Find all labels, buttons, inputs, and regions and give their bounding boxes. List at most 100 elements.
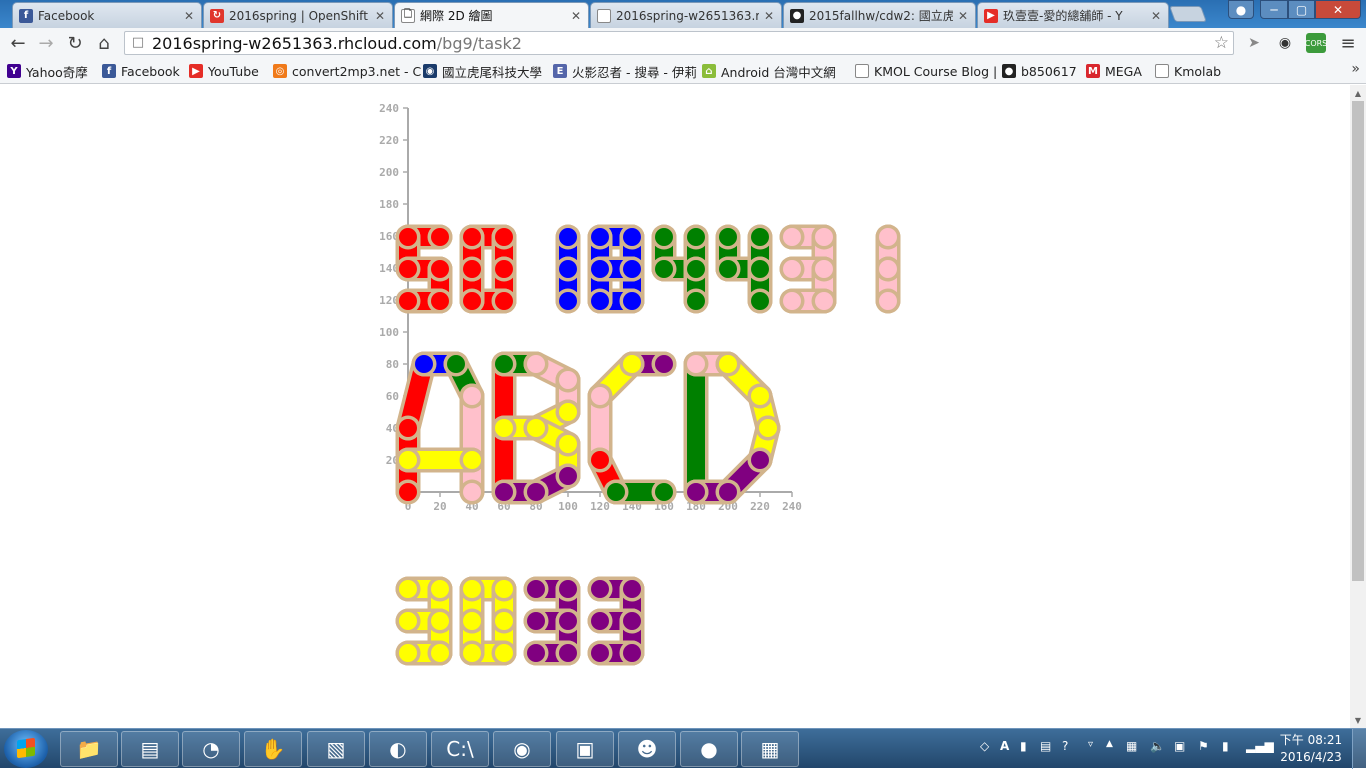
- bookmark-7[interactable]: KMOL Course Blog |: [855, 62, 997, 80]
- bookmark-9[interactable]: M MEGA: [1086, 62, 1142, 80]
- page-icon: □: [131, 35, 145, 50]
- scroll-thumb[interactable]: [1352, 101, 1364, 581]
- joint-yellow: [431, 580, 449, 598]
- tab-4[interactable]: ● 2015fallhw/cdw2: 國立虎 ✕: [783, 2, 976, 28]
- explorer-icon[interactable]: 📁: [60, 731, 118, 767]
- tab-close-icon[interactable]: ✕: [183, 9, 195, 23]
- tab-close-icon[interactable]: ✕: [1150, 9, 1162, 23]
- url-text[interactable]: 2016spring-w2651363.rhcloud.com/bg9/task…: [152, 34, 522, 53]
- firefox-icon[interactable]: ◐: [369, 731, 427, 767]
- forward-button[interactable]: →: [34, 32, 58, 54]
- joint-yellow: [623, 355, 641, 373]
- joint-purple: [687, 483, 705, 501]
- tab-3[interactable]: 2016spring-w2651363.rh ✕: [590, 2, 782, 28]
- bookmark-4[interactable]: ◉ 國立虎尾科技大學: [423, 62, 542, 80]
- menu-icon[interactable]: ≡: [1338, 33, 1358, 54]
- joint-purple: [623, 580, 641, 598]
- joint-pink: [879, 228, 897, 246]
- reload-button[interactable]: ↻: [63, 32, 87, 54]
- tab-2[interactable]: 🗋 網際 2D 繪圖 ✕: [394, 2, 589, 28]
- windows-taskbar: 📁 ▤ ◔ ✋ ▧ ◐ C:\ ◉ ▣ ☻ ● ▦ ◇ A ▮ ▤ ? ▿ ▲ ▦ 🔈 ▣ ⚑ ▮ ▂…: [0, 728, 1366, 769]
- joint-purple: [655, 355, 673, 373]
- address-bar[interactable]: □ 2016spring-w2651363.rhcloud.com/bg9/ta…: [124, 31, 1234, 55]
- chrome-canary-icon[interactable]: ◔: [182, 731, 240, 767]
- x-tick-label: 240: [782, 500, 802, 513]
- tab-0[interactable]: f Facebook ✕: [12, 2, 202, 28]
- tab-5[interactable]: ▶ 玖壹壹-愛的總舖師 - Y ✕: [977, 2, 1169, 28]
- clock[interactable]: 下午 08:21 2016/4/23: [1276, 732, 1346, 766]
- network-icon[interactable]: ▦: [1126, 739, 1137, 753]
- ime-settings-icon[interactable]: ▤: [1040, 739, 1051, 753]
- window-app-icon[interactable]: ▦: [741, 731, 799, 767]
- sphere-icon[interactable]: ●: [680, 731, 738, 767]
- bookmark-10[interactable]: Kmolab: [1155, 62, 1221, 80]
- bookmark-5[interactable]: E 火影忍者 - 搜尋 - 伊莉: [553, 62, 697, 80]
- bluestacks-icon[interactable]: ▤: [121, 731, 179, 767]
- tab-close-icon[interactable]: ✕: [957, 9, 969, 23]
- bookmark-3[interactable]: ◎ convert2mp3.net - C: [273, 62, 421, 80]
- bookmark-8[interactable]: ● b850617: [1002, 62, 1077, 80]
- joint-yellow: [399, 612, 417, 630]
- input-mode-icon[interactable]: A: [1000, 739, 1009, 753]
- volume-icon[interactable]: 🔈: [1150, 739, 1165, 753]
- tray-expand-icon[interactable]: ▲: [1106, 739, 1113, 749]
- cursor-extension-icon[interactable]: ➤: [1244, 33, 1264, 53]
- game-icon[interactable]: ☻: [618, 731, 676, 767]
- tab-close-icon[interactable]: ✕: [763, 9, 775, 23]
- minimize-button[interactable]: ─: [1260, 0, 1288, 19]
- signal-icon[interactable]: ▂▄▆: [1246, 739, 1274, 753]
- user-icon[interactable]: ●: [1228, 0, 1254, 19]
- chrome-icon[interactable]: ◉: [493, 731, 551, 767]
- bookmark-0[interactable]: Y Yahoo奇摩: [7, 62, 88, 80]
- help-icon[interactable]: ?: [1062, 739, 1068, 753]
- network-monitor-icon[interactable]: ▣: [556, 731, 614, 767]
- joint-purple: [559, 644, 577, 662]
- cursor-tool-icon[interactable]: ✋: [244, 731, 302, 767]
- tab-close-icon[interactable]: ✕: [570, 9, 582, 23]
- scroll-down-icon[interactable]: ▼: [1350, 713, 1366, 727]
- bookmark-label: MEGA: [1105, 63, 1142, 79]
- joint-pink: [783, 228, 801, 246]
- clock-time: 下午 08:21: [1279, 733, 1343, 747]
- ime-icon[interactable]: ◇: [980, 739, 989, 753]
- joint-purple: [559, 612, 577, 630]
- bookmark-label: convert2mp3.net - C: [292, 63, 422, 79]
- scroll-up-icon[interactable]: ▲: [1350, 86, 1366, 100]
- lock-icon[interactable]: ▣: [1174, 739, 1185, 753]
- url-host: 2016spring-w2651363.rhcloud.com: [152, 33, 437, 53]
- maximize-button[interactable]: ▢: [1288, 0, 1315, 19]
- joint-pink: [527, 355, 545, 373]
- new-tab-button[interactable]: [1169, 6, 1207, 22]
- joint-red: [495, 228, 513, 246]
- bookmark-star-icon[interactable]: ☆: [1214, 33, 1229, 53]
- joint-yellow: [559, 435, 577, 453]
- extension-icon[interactable]: ◉: [1275, 33, 1295, 53]
- bookmark-label: 火影忍者 - 搜尋 - 伊莉: [572, 64, 697, 80]
- tab-1[interactable]: ↻ 2016spring | OpenShift O ✕: [203, 2, 393, 28]
- show-desktop-button[interactable]: [1352, 729, 1366, 769]
- ime-toggle-icon[interactable]: ▿: [1088, 739, 1093, 750]
- home-button[interactable]: ⌂: [92, 32, 116, 54]
- fullwidth-icon[interactable]: ▮: [1020, 739, 1027, 753]
- cmd-icon[interactable]: C:\: [431, 731, 489, 767]
- joint-purple: [719, 483, 737, 501]
- joint-blue: [591, 292, 609, 310]
- cors-extension-icon[interactable]: CORS: [1305, 33, 1327, 53]
- back-button[interactable]: ←: [6, 32, 30, 54]
- start-button[interactable]: [4, 730, 48, 768]
- x-tick-label: 220: [750, 500, 770, 513]
- bookmark-2[interactable]: ▶ YouTube: [189, 62, 259, 80]
- action-center-flag-icon[interactable]: ⚑: [1198, 739, 1209, 753]
- paint-icon[interactable]: ▧: [307, 731, 365, 767]
- tab-close-icon[interactable]: ✕: [374, 9, 386, 23]
- page-viewport: 0 20 40 60 80 100 120 140 160 180 200 220 240 20 40 60 8…: [0, 85, 1350, 728]
- bookmarks-overflow-icon[interactable]: »: [1351, 61, 1360, 77]
- joint-pink: [815, 228, 833, 246]
- bookmark-6[interactable]: ⌂ Android 台灣中文網: [702, 62, 836, 80]
- bookmark-1[interactable]: f Facebook: [102, 62, 180, 80]
- vertical-scrollbar[interactable]: ▲ ▼: [1350, 85, 1366, 728]
- github-icon: ●: [1002, 64, 1016, 78]
- joint-blue: [559, 260, 577, 278]
- power-icon[interactable]: ▮: [1222, 739, 1229, 753]
- close-window-button[interactable]: ✕: [1315, 0, 1361, 19]
